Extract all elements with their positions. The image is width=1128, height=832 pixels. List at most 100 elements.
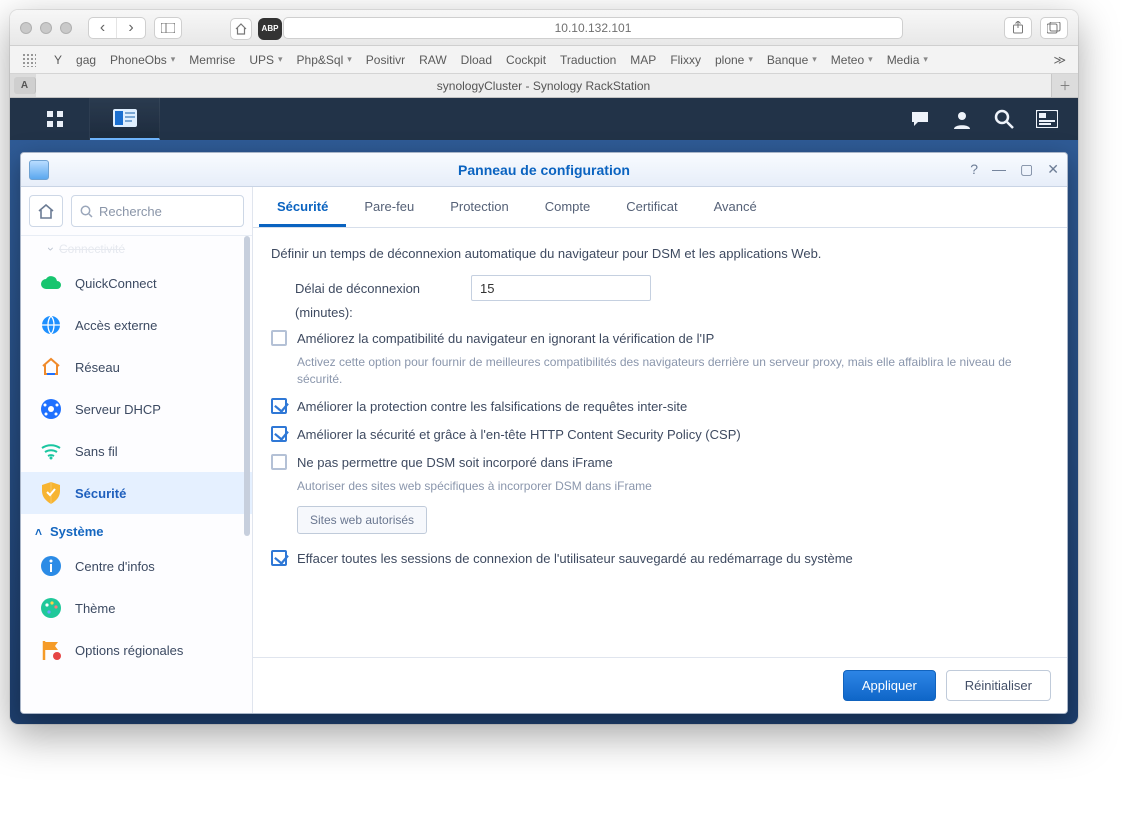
close-button[interactable]: ✕	[1047, 161, 1059, 178]
chevron-down-icon: ▾	[171, 54, 176, 65]
settings-tabs: Sécurité Pare-feu Protection Compte Cert…	[253, 187, 1067, 228]
palette-icon	[39, 596, 63, 620]
search-input[interactable]: Recherche	[71, 195, 244, 227]
sidebar-item-dhcp[interactable]: Serveur DHCP	[21, 388, 252, 430]
chevron-down-icon: ▾	[868, 54, 873, 65]
tab-advanced[interactable]: Avancé	[696, 187, 775, 227]
apply-button[interactable]: Appliquer	[843, 670, 936, 701]
chevron-down-icon: ▾	[748, 54, 753, 65]
checkbox-clear-sessions[interactable]: Effacer toutes les sessions de connexion…	[271, 550, 1049, 568]
sidebar-item-quickconnect[interactable]: QuickConnect	[21, 262, 252, 304]
checkbox-label: Améliorer la protection contre les falsi…	[297, 398, 687, 416]
tab-account[interactable]: Compte	[527, 187, 609, 227]
tab-firewall[interactable]: Pare-feu	[346, 187, 432, 227]
bookmark-item[interactable]: Cockpit	[506, 53, 546, 67]
widgets-icon[interactable]	[1036, 110, 1058, 128]
address-url: 10.10.132.101	[555, 21, 632, 35]
bookmark-item[interactable]: plone▾	[715, 53, 753, 67]
bookmark-item[interactable]: Dload	[461, 53, 492, 67]
tab-certificate[interactable]: Certificat	[608, 187, 695, 227]
user-icon[interactable]	[952, 109, 972, 129]
checkbox-browser-compat[interactable]: Améliorez la compatibilité du navigateur…	[271, 330, 1049, 348]
bookmark-item[interactable]: Flixxy	[670, 53, 701, 67]
dsm-control-panel-task[interactable]	[90, 98, 160, 140]
bookmark-item[interactable]: Positivr	[366, 53, 405, 67]
search-icon[interactable]	[994, 109, 1014, 129]
help-button[interactable]: ?	[970, 161, 978, 178]
sidebar-item-label: Réseau	[75, 360, 120, 375]
allowed-sites-button[interactable]: Sites web autorisés	[297, 506, 427, 534]
close-window-dot[interactable]	[20, 22, 32, 34]
forward-button[interactable]: ›	[117, 18, 145, 38]
home-button[interactable]	[29, 195, 63, 227]
shield-icon	[39, 481, 63, 505]
tab-protection[interactable]: Protection	[432, 187, 527, 227]
share-button[interactable]	[1004, 17, 1032, 39]
sidebar-item-info-center[interactable]: Centre d'infos	[21, 545, 252, 587]
sidebar-item-label: Serveur DHCP	[75, 402, 161, 417]
sidebar-list[interactable]: Connectivité QuickConnect Accès externe …	[21, 236, 252, 713]
checkbox-icon[interactable]	[271, 330, 287, 346]
bookmark-item[interactable]: Php&Sql▾	[297, 53, 352, 67]
home-icon	[38, 204, 54, 219]
reader-mode-icon[interactable]: A	[14, 77, 36, 94]
bookmark-item[interactable]: Y	[54, 53, 62, 67]
checkbox-icon[interactable]	[271, 454, 287, 470]
sidebar-item-wireless[interactable]: Sans fil	[21, 430, 252, 472]
sidebar-item-regional[interactable]: Options régionales	[21, 629, 252, 671]
bookmark-item[interactable]: PhoneObs▾	[110, 53, 175, 67]
checkbox-csrf[interactable]: Améliorer la protection contre les falsi…	[271, 398, 1049, 416]
checkbox-csp[interactable]: Améliorer la sécurité et grâce à l'en-tê…	[271, 426, 1049, 444]
dsm-taskbar	[10, 98, 1078, 140]
new-tab-button[interactable]: ＋	[1052, 74, 1078, 97]
checkbox-icon[interactable]	[271, 398, 287, 414]
adblock-icon[interactable]: ABP	[258, 18, 282, 40]
bookmark-item[interactable]: Traduction	[560, 53, 616, 67]
panel-titlebar[interactable]: Panneau de configuration ? — ▢ ✕	[21, 153, 1067, 187]
bookmark-item[interactable]: UPS▾	[249, 53, 282, 67]
browser-tab[interactable]: synologyCluster - Synology RackStation	[36, 74, 1052, 97]
sidebar-item-network[interactable]: Réseau	[21, 346, 252, 388]
chevron-up-icon: ˄	[35, 525, 42, 539]
minimize-button[interactable]: —	[992, 161, 1006, 178]
sidebar-item-external-access[interactable]: Accès externe	[21, 304, 252, 346]
bookmark-item[interactable]: RAW	[419, 53, 447, 67]
checkbox-label: Ne pas permettre que DSM soit incorporé …	[297, 454, 613, 472]
home-icon[interactable]	[230, 18, 252, 40]
bookmark-item[interactable]: Banque▾	[767, 53, 817, 67]
minimize-window-dot[interactable]	[40, 22, 52, 34]
checkbox-icon[interactable]	[271, 550, 287, 566]
bookmark-item[interactable]: Memrise	[189, 53, 235, 67]
checkbox-label: Améliorez la compatibilité du navigateur…	[297, 330, 714, 348]
tab-security[interactable]: Sécurité	[259, 187, 346, 227]
tabs-button[interactable]	[1040, 17, 1068, 39]
zoom-window-dot[interactable]	[60, 22, 72, 34]
checkbox-iframe[interactable]: Ne pas permettre que DSM soit incorporé …	[271, 454, 1049, 472]
bookmark-item[interactable]: Meteo▾	[831, 53, 873, 67]
address-bar[interactable]: ABP 10.10.132.101	[283, 17, 903, 39]
dsm-show-desktop-button[interactable]	[20, 98, 90, 140]
apps-grid-icon[interactable]	[22, 53, 36, 67]
sidebar-item-security[interactable]: Sécurité	[21, 472, 252, 514]
timeout-input[interactable]	[471, 275, 651, 301]
sidebar-group-connectivity[interactable]: Connectivité	[21, 238, 252, 262]
chevron-down-icon: ▾	[923, 54, 928, 65]
maximize-button[interactable]: ▢	[1020, 161, 1033, 178]
back-button[interactable]: ‹	[89, 18, 117, 38]
bookmark-item[interactable]: gag	[76, 53, 96, 67]
bookmark-item[interactable]: MAP	[630, 53, 656, 67]
sidebar-group-system[interactable]: ˄ Système	[21, 514, 252, 545]
grid-apps-icon	[45, 109, 65, 129]
chat-icon[interactable]	[910, 109, 930, 129]
bookmarks-overflow[interactable]: ≫	[1053, 53, 1066, 67]
browser-titlebar: ‹ › ABP 10.10.132.101	[10, 10, 1078, 46]
bookmark-item[interactable]: Media▾	[887, 53, 928, 67]
sidebar-toggle-button[interactable]	[154, 17, 182, 39]
panel-app-icon	[113, 107, 137, 129]
sidebar-scrollbar[interactable]	[244, 236, 250, 536]
reset-button[interactable]: Réinitialiser	[946, 670, 1051, 701]
checkbox-hint: Activez cette option pour fournir de mei…	[297, 354, 1049, 388]
sidebar-item-theme[interactable]: Thème	[21, 587, 252, 629]
checkbox-icon[interactable]	[271, 426, 287, 442]
checkbox-label: Améliorer la sécurité et grâce à l'en-tê…	[297, 426, 741, 444]
